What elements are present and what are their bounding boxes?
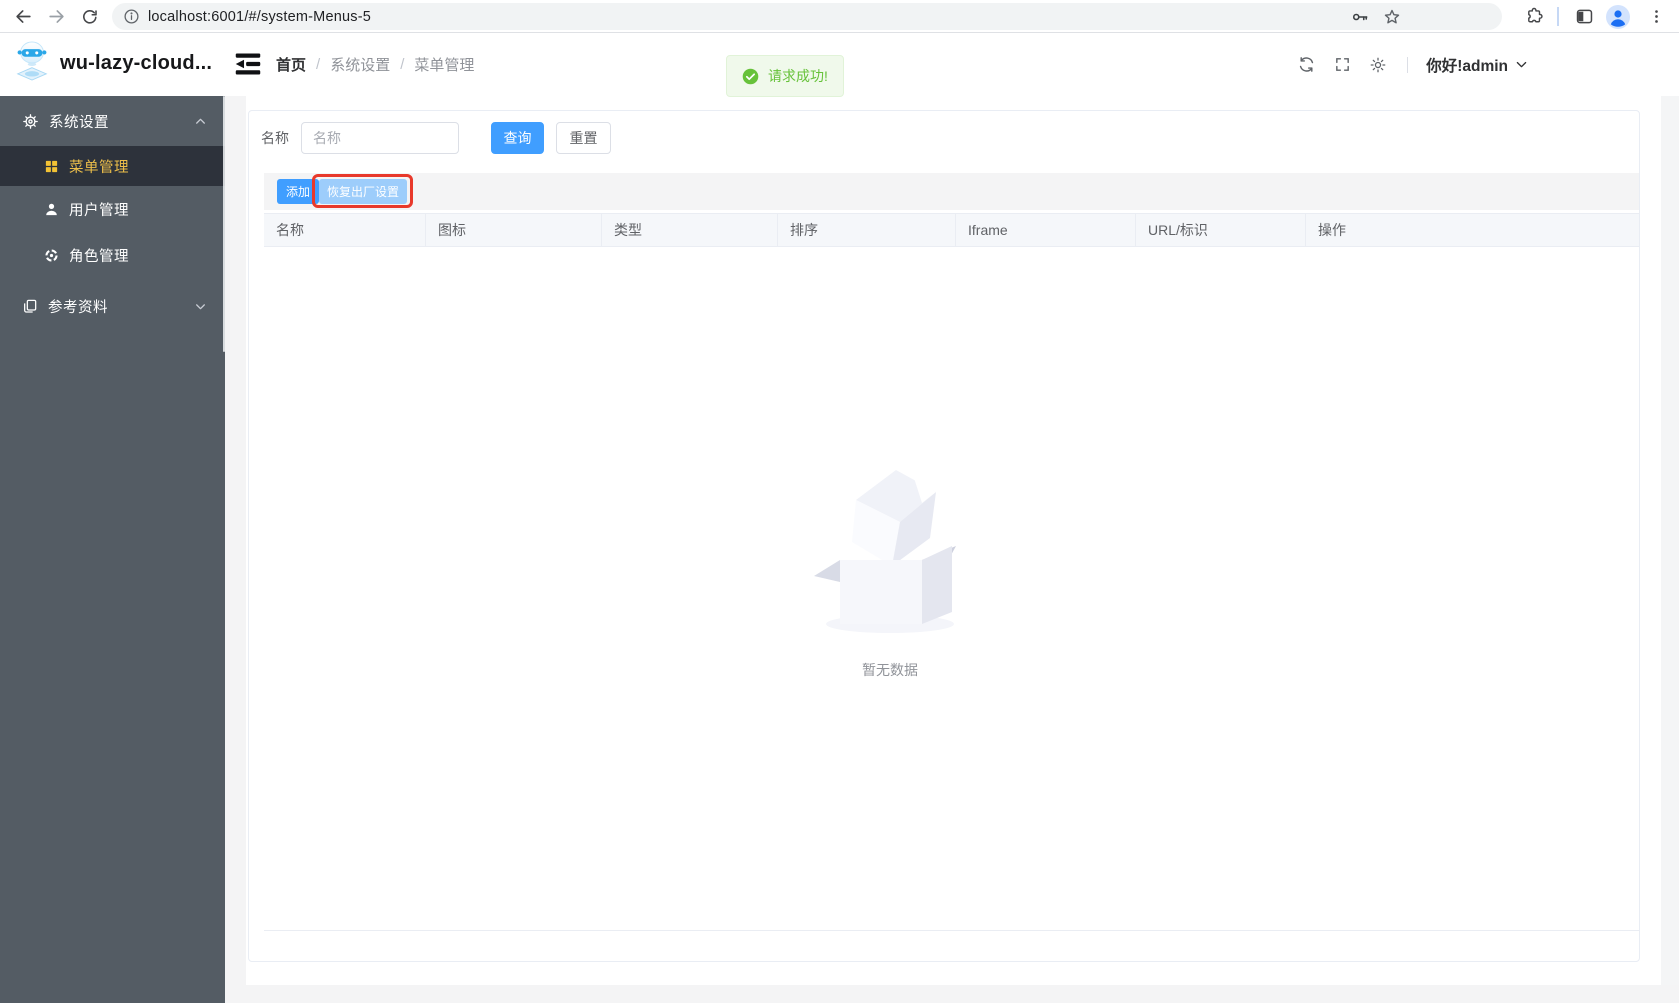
fullscreen-icon[interactable] bbox=[1331, 54, 1353, 76]
sidebar-item-role-management[interactable]: 角色管理 bbox=[0, 232, 225, 278]
password-key-icon[interactable] bbox=[1350, 7, 1370, 27]
sidebar-item-system-settings[interactable]: 系统设置 bbox=[0, 96, 225, 146]
extensions-puzzle-icon[interactable] bbox=[1521, 3, 1548, 30]
breadcrumb-home[interactable]: 首页 bbox=[276, 54, 306, 75]
sidebar-item-label: 用户管理 bbox=[69, 202, 129, 219]
collapse-menu-icon[interactable] bbox=[234, 51, 262, 77]
url-bar[interactable]: localhost:6001/#/system-Menus-5 bbox=[112, 3, 1502, 30]
success-toast: 请求成功! bbox=[726, 55, 844, 97]
theme-sun-icon[interactable] bbox=[1367, 54, 1389, 76]
add-button[interactable]: 添加 bbox=[277, 179, 319, 204]
url-text[interactable]: localhost:6001/#/system-Menus-5 bbox=[148, 9, 371, 25]
column-header-type: 类型 bbox=[602, 214, 778, 246]
refresh-icon[interactable] bbox=[1295, 54, 1317, 76]
empty-box-illustration bbox=[814, 470, 956, 633]
breadcrumb-system-settings[interactable]: 系统设置 bbox=[330, 54, 390, 75]
forward-icon[interactable] bbox=[43, 3, 70, 30]
query-button[interactable]: 查询 bbox=[491, 122, 544, 154]
column-header-icon: 图标 bbox=[426, 214, 602, 246]
sidebar-item-label: 系统设置 bbox=[49, 114, 109, 131]
role-icon bbox=[45, 248, 58, 262]
side-panel-icon[interactable] bbox=[1571, 3, 1598, 30]
user-menu[interactable]: 你好!admin bbox=[1426, 54, 1529, 76]
toolbar-divider bbox=[1557, 7, 1559, 26]
name-filter-label: 名称 bbox=[261, 130, 289, 146]
column-header-actions: 操作 bbox=[1318, 222, 1346, 238]
sidebar-item-user-management[interactable]: 用户管理 bbox=[0, 186, 225, 232]
name-filter-input[interactable] bbox=[301, 122, 459, 154]
header-divider bbox=[1407, 56, 1409, 73]
sidebar-item-label: 角色管理 bbox=[69, 248, 129, 265]
filter-form: 名称 查询 重置 bbox=[261, 122, 611, 154]
grid-icon bbox=[45, 160, 58, 172]
breadcrumb-separator: / bbox=[316, 56, 321, 73]
app-logo bbox=[13, 39, 51, 83]
table-empty-state: 暂无数据 bbox=[710, 456, 1070, 680]
menu-dots-icon[interactable] bbox=[1643, 3, 1670, 30]
empty-text: 暂无数据 bbox=[862, 662, 918, 678]
breadcrumb-separator: / bbox=[400, 56, 405, 73]
column-header-iframe: Iframe bbox=[956, 214, 1136, 246]
toast-message: 请求成功! bbox=[768, 68, 828, 84]
column-header-url: URL/标识 bbox=[1136, 214, 1306, 246]
header-actions: 你好!admin bbox=[1295, 33, 1529, 96]
breadcrumb-menu-management[interactable]: 菜单管理 bbox=[414, 54, 474, 75]
sidebar-scrollbar[interactable] bbox=[223, 96, 225, 352]
reload-icon[interactable] bbox=[76, 3, 103, 30]
sidebar-item-menu-management[interactable]: 菜单管理 bbox=[0, 146, 225, 186]
gear-icon bbox=[23, 113, 38, 129]
sidebar: 系统设置 菜单管理 用户管理 角色管理 参考资料 bbox=[0, 96, 225, 1003]
page-scrollbar[interactable] bbox=[1661, 33, 1679, 985]
chevron-down-icon bbox=[196, 303, 205, 309]
page-info-icon[interactable] bbox=[123, 8, 140, 25]
success-check-icon bbox=[742, 68, 759, 84]
table-header-row: 名称 图标 类型 排序 Iframe URL/标识 操作 bbox=[264, 213, 1639, 247]
table-bottom-border bbox=[264, 930, 1639, 931]
reset-button[interactable]: 重置 bbox=[556, 122, 611, 154]
back-icon[interactable] bbox=[10, 3, 37, 30]
column-header-name: 名称 bbox=[264, 214, 426, 246]
sidebar-item-label: 参考资料 bbox=[48, 299, 108, 316]
sidebar-item-reference-material[interactable]: 参考资料 bbox=[0, 281, 225, 331]
profile-icon[interactable] bbox=[1604, 3, 1631, 30]
user-greeting: 你好!admin bbox=[1426, 57, 1508, 75]
sidebar-item-label: 菜单管理 bbox=[69, 159, 129, 176]
browser-toolbar: localhost:6001/#/system-Menus-5 bbox=[0, 0, 1679, 33]
content-gutter bbox=[225, 96, 246, 985]
bookmark-star-icon[interactable] bbox=[1382, 7, 1402, 27]
content-card: 名称 查询 重置 添加 恢复出厂设置 名称 图标 类型 排序 Iframe UR… bbox=[248, 110, 1640, 962]
breadcrumb: 首页 / 系统设置 / 菜单管理 bbox=[276, 33, 474, 96]
column-header-sort: 排序 bbox=[778, 214, 956, 246]
page-bottom-strip bbox=[225, 985, 1679, 1003]
chevron-down-icon bbox=[1516, 61, 1527, 68]
restore-factory-button[interactable]: 恢复出厂设置 bbox=[319, 179, 407, 204]
table-toolbar: 添加 恢复出厂设置 bbox=[264, 173, 1639, 210]
user-icon bbox=[46, 203, 57, 215]
app-title: wu-lazy-cloud... bbox=[60, 52, 213, 74]
chevron-up-icon bbox=[196, 118, 205, 124]
screenshot-root: localhost:6001/#/system-Menus-5 wu-lazy-… bbox=[0, 0, 1679, 1003]
documents-icon bbox=[24, 299, 37, 313]
